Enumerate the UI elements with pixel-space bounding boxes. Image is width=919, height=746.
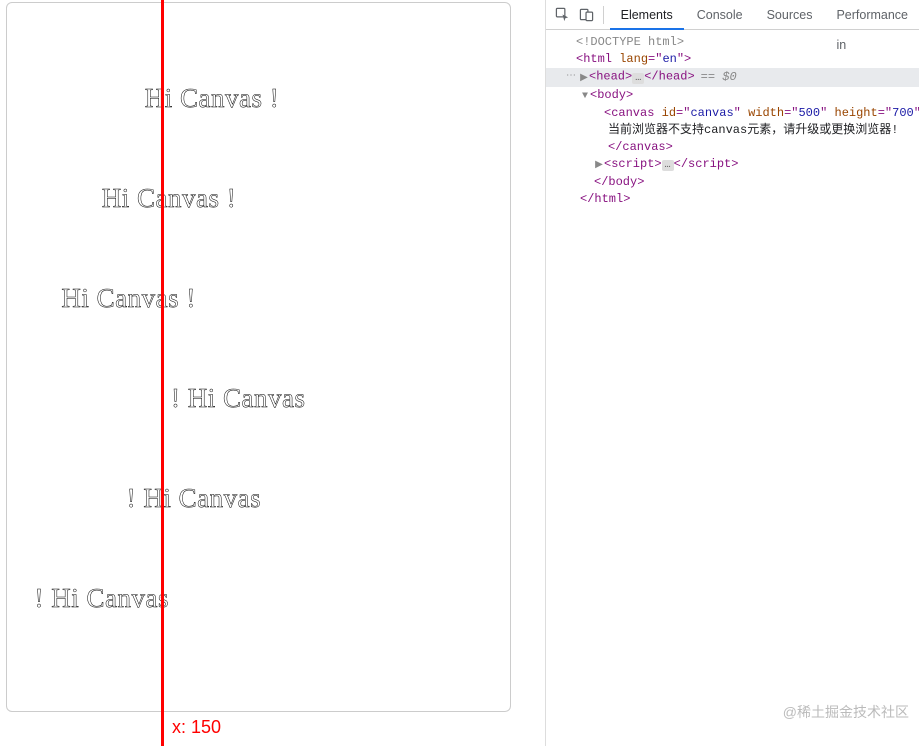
dom-html-close[interactable]: </html> xyxy=(546,191,919,208)
toolbar-separator xyxy=(603,6,604,24)
canvas-text: ! Hi Canvas xyxy=(171,383,305,414)
dom-html-open[interactable]: <html lang="en"> xyxy=(546,51,919,68)
dom-head[interactable]: ⋯▶<head>…</head>== $0 xyxy=(546,68,919,87)
dom-body-open[interactable]: ▼<body> xyxy=(546,87,919,105)
guide-line xyxy=(161,0,164,746)
inspect-icon[interactable] xyxy=(552,2,573,28)
tab-sources[interactable]: Sources xyxy=(756,0,824,30)
tab-elements[interactable]: Elements xyxy=(610,0,684,30)
dom-canvas-close[interactable]: </canvas> xyxy=(546,139,919,156)
guide-label: x: 150 xyxy=(172,717,221,738)
canvas-text: ! Hi Canvas xyxy=(35,583,169,614)
dom-canvas-fallback[interactable]: 当前浏览器不支持canvas元素，请升级或更换浏览器! xyxy=(546,122,919,139)
canvas-text: ! Hi Canvas xyxy=(127,483,261,514)
dom-tree[interactable]: <!DOCTYPE html> <html lang="en"> ⋯▶<head… xyxy=(546,30,919,208)
devtools-toolbar: Elements Console Sources Performance in xyxy=(546,0,919,30)
devtools-panel: Elements Console Sources Performance in … xyxy=(545,0,919,746)
canvas-preview-panel: Hi Canvas ! Hi Canvas ! Hi Canvas ! ! Hi… xyxy=(6,2,511,712)
dom-body-close[interactable]: </body> xyxy=(546,174,919,191)
device-toggle-icon[interactable] xyxy=(575,2,596,28)
canvas-text: Hi Canvas ! xyxy=(145,83,279,114)
watermark: @稀土掘金技术社区 xyxy=(783,702,909,722)
canvas-text: Hi Canvas ! xyxy=(61,283,195,314)
tab-performance[interactable]: Performance in xyxy=(825,0,919,30)
dom-script[interactable]: ▶<script>…</script> xyxy=(546,156,919,174)
dom-doctype[interactable]: <!DOCTYPE html> xyxy=(546,34,919,51)
dom-canvas-open[interactable]: <canvas id="canvas" width="500" height="… xyxy=(546,105,919,122)
canvas-text: Hi Canvas ! xyxy=(102,183,236,214)
tab-console[interactable]: Console xyxy=(686,0,754,30)
